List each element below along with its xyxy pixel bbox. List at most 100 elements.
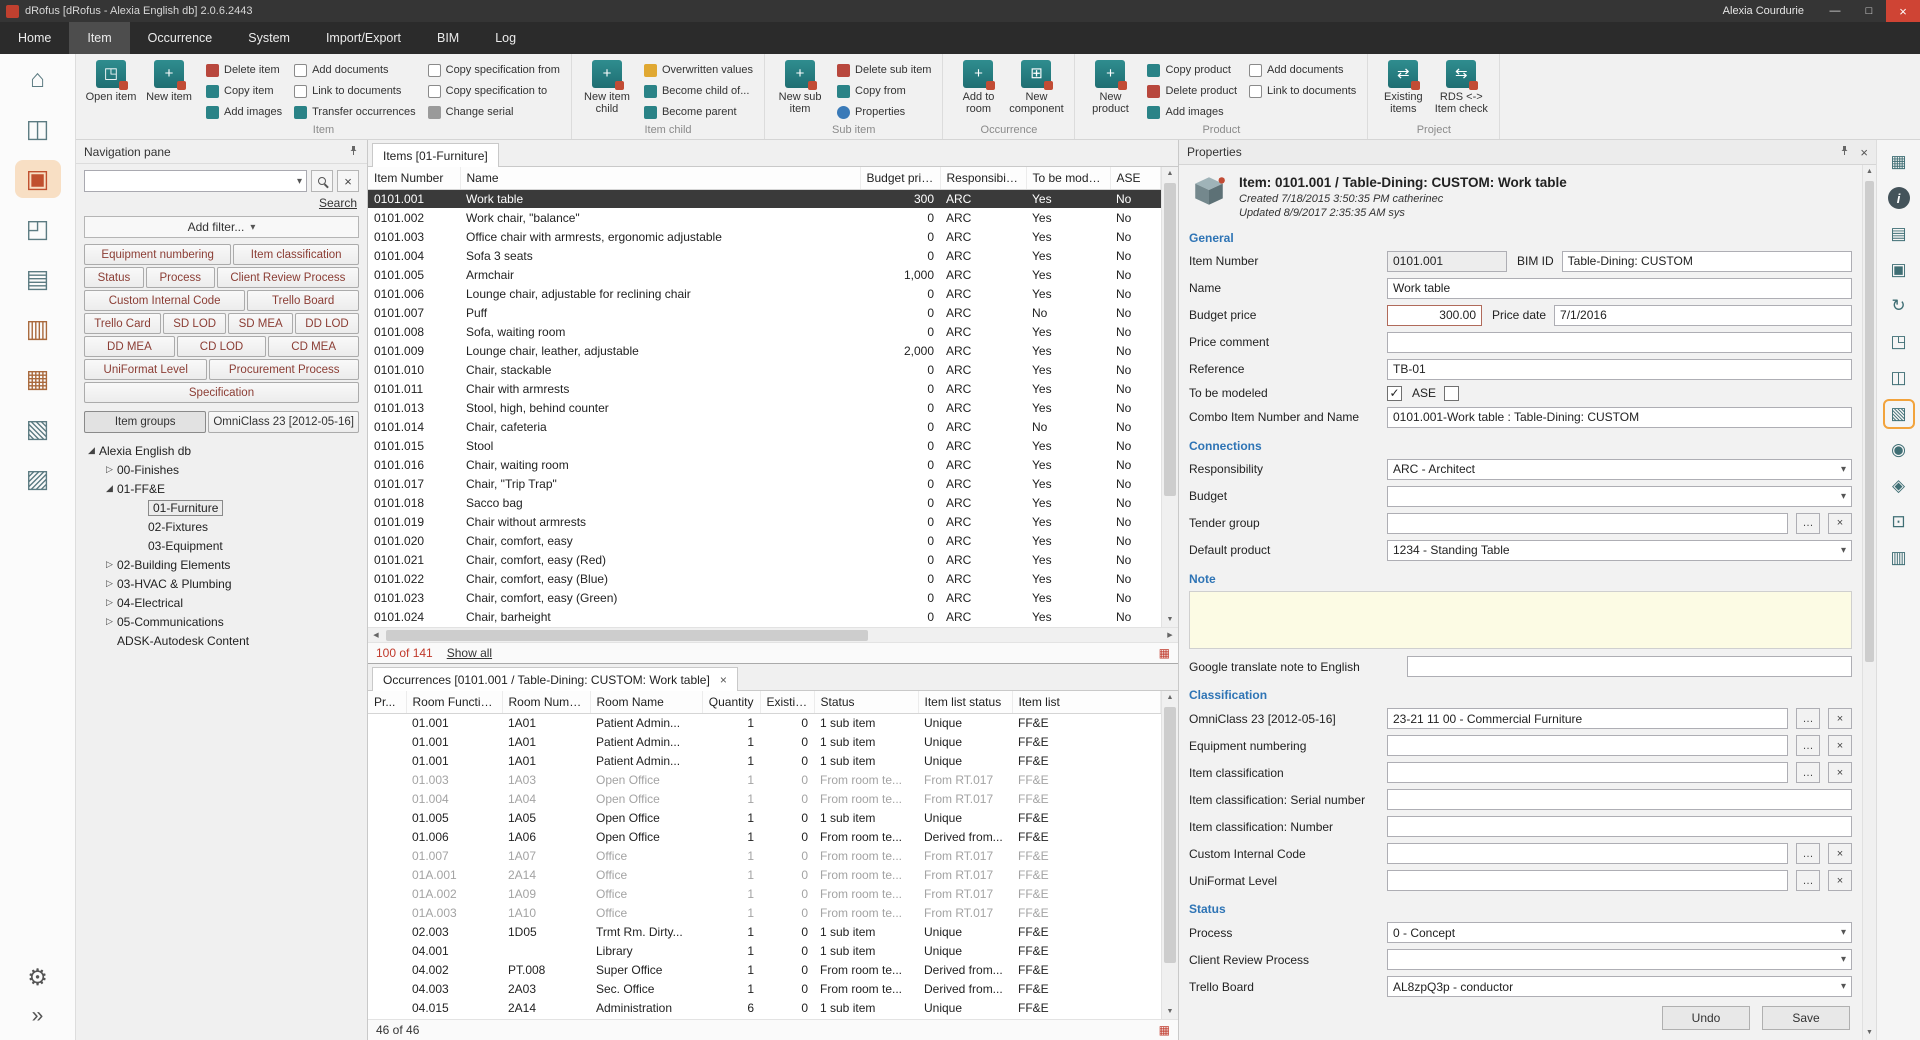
ribbon-large-button[interactable]: ⇆ RDS <-> Item check: [1432, 57, 1490, 123]
documents-icon[interactable]: ▤: [15, 260, 61, 298]
ribbon-small-button[interactable]: Link to documents: [1244, 81, 1361, 101]
table-row[interactable]: 01.0061A06Open Office 10From room te...D…: [368, 827, 1161, 846]
clear-button[interactable]: ×: [1828, 708, 1852, 729]
table-row[interactable]: 0101.005Armchair1,000 ARCYesNo: [368, 265, 1161, 284]
price-date-field[interactable]: 7/1/2016: [1554, 305, 1852, 326]
specification-icon[interactable]: ▤: [1883, 219, 1915, 249]
tree-expander-icon[interactable]: ▷: [102, 616, 117, 627]
tree-item[interactable]: 01-Furniture: [80, 498, 363, 517]
ribbon-small-button[interactable]: Become parent: [639, 102, 758, 122]
column-header[interactable]: Pr...: [368, 691, 406, 713]
table-row[interactable]: 0101.017Chair, "Trip Trap"0 ARCYesNo: [368, 474, 1161, 493]
clear-button[interactable]: ×: [1828, 513, 1852, 534]
column-header[interactable]: Status: [814, 691, 918, 713]
ribbon-small-button[interactable]: Delete sub item: [832, 60, 936, 80]
process-dropdown[interactable]: 0 - Concept ▾: [1387, 922, 1852, 943]
menu-tab[interactable]: Occurrence: [130, 22, 231, 54]
table-row[interactable]: 0101.013Stool, high, behind counter0 ARC…: [368, 398, 1161, 417]
table-row[interactable]: 0101.009Lounge chair, leather, adjustabl…: [368, 341, 1161, 360]
lookup-button[interactable]: …: [1796, 513, 1820, 534]
lookup-button[interactable]: …: [1796, 870, 1820, 891]
report-icon[interactable]: ▦: [1159, 646, 1170, 660]
images-icon[interactable]: ▣: [1883, 255, 1915, 285]
ribbon-small-button[interactable]: Become child of...: [639, 81, 758, 101]
ribbon-small-button[interactable]: Change serial: [423, 102, 565, 122]
column-header[interactable]: Item list status: [918, 691, 1012, 713]
table-row[interactable]: 0101.011Chair with armrests0 ARCYesNo: [368, 379, 1161, 398]
sync-icon[interactable]: ↻: [1883, 291, 1915, 321]
filter-button[interactable]: DD LOD: [295, 313, 359, 334]
menu-tab[interactable]: System: [230, 22, 308, 54]
table-row[interactable]: 01.0031A03Open Office 10From room te...F…: [368, 770, 1161, 789]
ribbon-large-button[interactable]: + New sub item: [771, 57, 829, 123]
table-row[interactable]: 01.0011A01Patient Admin... 101 sub itemU…: [368, 732, 1161, 751]
pin-icon[interactable]: [1839, 145, 1850, 159]
table-row[interactable]: 0101.001Work table300 ARCYesNo: [368, 189, 1161, 208]
equipment-numbering-field[interactable]: [1387, 735, 1788, 756]
expand-chevrons-icon[interactable]: »: [15, 1002, 61, 1030]
table-row[interactable]: 01.0011A01Patient Admin... 101 sub itemU…: [368, 713, 1161, 732]
tender-group-field[interactable]: [1387, 513, 1788, 534]
table-row[interactable]: 0101.022Chair, comfort, easy (Blue)0 ARC…: [368, 569, 1161, 588]
ribbon-small-button[interactable]: Overwritten values: [639, 60, 758, 80]
ribbon-small-button[interactable]: Add images: [1142, 102, 1242, 122]
model-3d-icon[interactable]: ◳: [1883, 327, 1915, 357]
clear-button[interactable]: ×: [1828, 870, 1852, 891]
client-review-dropdown[interactable]: ▾: [1387, 949, 1852, 970]
table-row[interactable]: 0101.020Chair, comfort, easy0 ARCYesNo: [368, 531, 1161, 550]
show-all-link[interactable]: Show all: [447, 646, 492, 660]
tree-expander-icon[interactable]: ▷: [102, 464, 117, 475]
ribbon-small-button[interactable]: Copy specification to: [423, 81, 565, 101]
ribbon-large-button[interactable]: + New item: [140, 57, 198, 123]
column-header[interactable]: Item list: [1012, 691, 1161, 713]
google-translate-field[interactable]: [1407, 656, 1852, 677]
ribbon-small-button[interactable]: Copy item: [201, 81, 287, 101]
close-tab-icon[interactable]: ×: [720, 673, 727, 687]
item-classification-serial-field[interactable]: [1387, 789, 1852, 810]
filter-button[interactable]: Custom Internal Code: [84, 290, 245, 311]
table-row[interactable]: 04.0152A14Administration 601 sub itemUni…: [368, 998, 1161, 1017]
ribbon-small-button[interactable]: Delete item: [201, 60, 287, 80]
table-row[interactable]: 0101.023Chair, comfort, easy (Green)0 AR…: [368, 588, 1161, 607]
tree-expander-icon[interactable]: ▷: [102, 559, 117, 570]
column-header[interactable]: Budget price: [860, 167, 940, 189]
table-row[interactable]: 0101.006Lounge chair, adjustable for rec…: [368, 284, 1161, 303]
reports-icon[interactable]: ▥: [1883, 543, 1915, 573]
column-header[interactable]: To be modeled: [1026, 167, 1110, 189]
table-row[interactable]: 02.0031D05Trmt Rm. Dirty... 101 sub item…: [368, 922, 1161, 941]
table-row[interactable]: 0101.008Sofa, waiting room0 ARCYesNo: [368, 322, 1161, 341]
projects-icon[interactable]: ⌂: [15, 60, 61, 98]
reference-field[interactable]: TB-01: [1387, 359, 1852, 380]
menu-tab[interactable]: Log: [477, 22, 534, 54]
catalogs-icon[interactable]: ▧: [15, 410, 61, 448]
item-number-field[interactable]: 0101.001: [1387, 251, 1507, 272]
tree-expander-icon[interactable]: ◢: [102, 483, 117, 494]
table-row[interactable]: 0101.002Work chair, "balance"0 ARCYesNo: [368, 208, 1161, 227]
column-header[interactable]: Name: [460, 167, 860, 189]
tree-item[interactable]: 02-Fixtures: [80, 517, 363, 536]
bim-id-field[interactable]: Table-Dining: CUSTOM: [1562, 251, 1852, 272]
ribbon-small-button[interactable]: Copy product: [1142, 60, 1242, 80]
responsibility-dropdown[interactable]: ARC - Architect ▾: [1387, 459, 1852, 480]
filter-button[interactable]: UniFormat Level: [84, 359, 207, 380]
column-header[interactable]: Item Number: [368, 167, 460, 189]
table-row[interactable]: 04.0032A03Sec. Office 10From room te...D…: [368, 979, 1161, 998]
tree-item[interactable]: ▷ 00-Finishes: [80, 460, 363, 479]
custom-internal-code-field[interactable]: [1387, 843, 1788, 864]
table-row[interactable]: 01.0011A01Patient Admin... 101 sub itemU…: [368, 751, 1161, 770]
minimize-button[interactable]: —: [1818, 0, 1852, 22]
menu-tab[interactable]: BIM: [419, 22, 477, 54]
lookup-button[interactable]: …: [1796, 735, 1820, 756]
navpane-tab[interactable]: Item groups: [84, 411, 206, 433]
ribbon-small-button[interactable]: Delete product: [1142, 81, 1242, 101]
table-row[interactable]: 01.0071A07Office 10From room te...From R…: [368, 846, 1161, 865]
tree-item[interactable]: ▷ 04-Electrical: [80, 593, 363, 612]
reports-icon[interactable]: ▦: [15, 360, 61, 398]
table-row[interactable]: 0101.003Office chair with armrests, ergo…: [368, 227, 1161, 246]
vertical-scrollbar[interactable]: ▲ ▼: [1161, 691, 1178, 1019]
table-row[interactable]: 0101.014Chair, cafeteria0 ARCNoNo: [368, 417, 1161, 436]
item-classification-field[interactable]: [1387, 762, 1788, 783]
price-comment-field[interactable]: [1387, 332, 1852, 353]
search-icon[interactable]: [311, 170, 333, 192]
filter-button[interactable]: Procurement Process: [209, 359, 359, 380]
